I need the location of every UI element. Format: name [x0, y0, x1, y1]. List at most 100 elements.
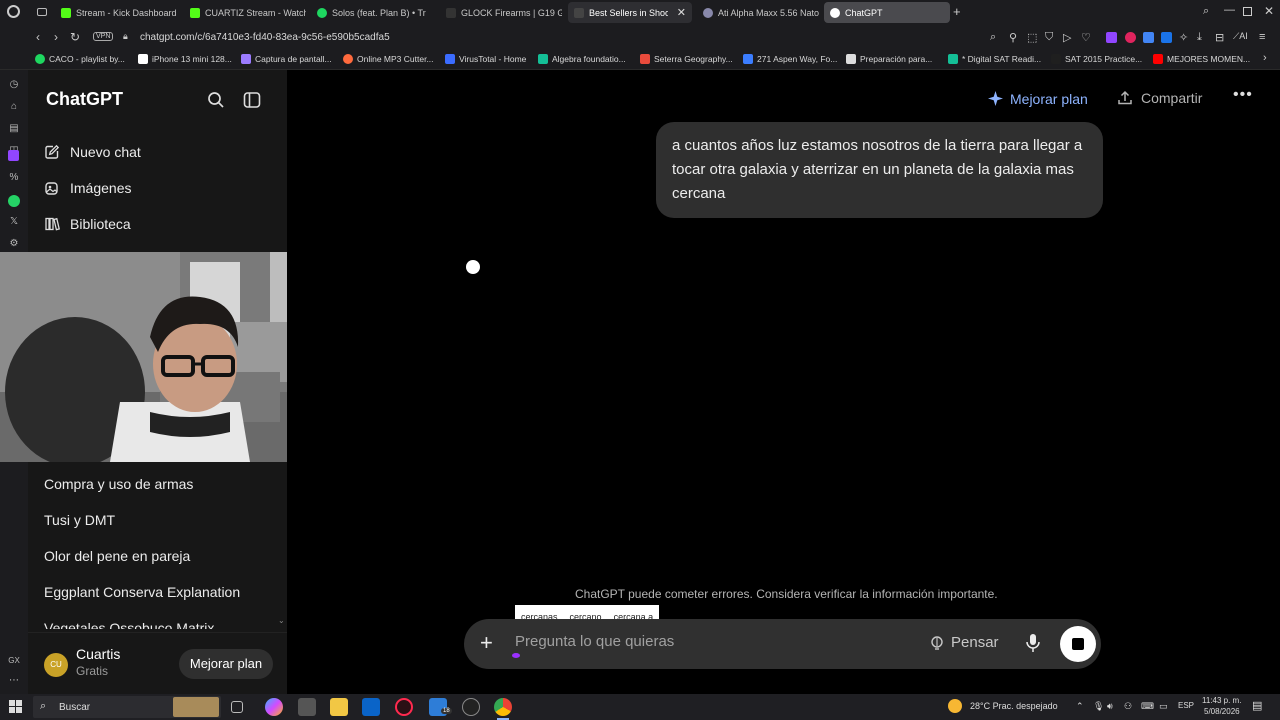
zoom-icon[interactable]: ⌕ [990, 31, 996, 44]
browser-tab[interactable]: Ati Alpha Maxx 5.56 Nato [697, 2, 819, 23]
clock-time[interactable]: 11:43 p. m. [1202, 696, 1241, 705]
site-info-icon[interactable]: 🔒︎ [123, 31, 128, 42]
search-icon[interactable] [207, 91, 225, 109]
battery-tray-icon[interactable]: ▭ [1159, 701, 1168, 712]
tab-manager-icon[interactable] [37, 8, 47, 16]
easy-setup-icon[interactable]: ♡ [1081, 31, 1091, 44]
easy-menu-icon[interactable]: ≡ [1259, 31, 1265, 43]
tray-app-icon[interactable]: ⚇ [1124, 701, 1132, 712]
new-chat-button[interactable]: Nuevo chat [44, 139, 141, 165]
chat-history-item[interactable]: Eggplant Conserva Explanation [44, 584, 240, 600]
back-icon[interactable]: ‹ [36, 30, 40, 44]
twitch-icon[interactable] [8, 150, 19, 161]
bookmark[interactable]: Algebra foundatio... [538, 54, 626, 64]
bookmark[interactable]: SAT 2015 Practice... [1051, 54, 1142, 64]
mic-tray-icon[interactable]: 🎙︎ [1093, 701, 1104, 712]
camera-app-icon[interactable] [298, 698, 316, 716]
chat-history-item[interactable]: Vegetales Ossobuco Matrix [44, 620, 214, 629]
user-profile[interactable]: CU Cuartis Gratis Mejorar plan [28, 632, 287, 694]
bookmark[interactable]: 271 Aspen Way, Fo... [743, 54, 837, 64]
bookmark[interactable]: Preparación para... [846, 54, 932, 64]
browser-tab[interactable]: GLOCK Firearms | G19 Gen [440, 2, 562, 23]
volume-tray-icon[interactable]: 🔊︎ [1107, 701, 1113, 712]
whatsapp-icon[interactable] [8, 195, 20, 207]
reload-icon[interactable]: ↻ [70, 30, 80, 44]
opera-gx-icon[interactable] [395, 698, 413, 716]
more-options-icon[interactable]: ••• [1233, 86, 1253, 104]
outlook-icon[interactable] [362, 698, 380, 716]
translate-ext-icon[interactable] [1143, 32, 1154, 43]
chat-history-item[interactable]: Olor del pene en pareja [44, 548, 190, 564]
x-twitter-icon[interactable]: 𝕏 [7, 216, 21, 230]
upgrade-header-button[interactable]: Mejorar plan [987, 90, 1088, 107]
file-explorer-icon[interactable] [330, 698, 348, 716]
search-tabs-icon[interactable]: ⌕ [1203, 5, 1209, 18]
ext-red-icon[interactable] [1125, 32, 1136, 43]
windows-start-icon[interactable] [9, 700, 22, 713]
network-tray-icon[interactable]: ⌨ [1141, 701, 1154, 712]
shield-icon[interactable]: ⛉ [1045, 31, 1053, 44]
share-button[interactable]: Compartir [1117, 90, 1202, 106]
snapshot-icon[interactable]: ⬚ [1027, 31, 1037, 44]
attach-plus-icon[interactable]: + [480, 630, 493, 656]
chat-history-item[interactable]: Compra y uso de armas [44, 476, 193, 492]
percent-icon[interactable]: % [7, 172, 21, 186]
settings-icon[interactable]: ⚙ [7, 238, 21, 252]
scroll-down-icon[interactable]: ⌄ [278, 616, 285, 625]
weather-icon[interactable] [948, 699, 962, 713]
browser-tab[interactable]: Solos (feat. Plan B) • Tr [311, 2, 433, 23]
history-icon[interactable]: ◷ [7, 79, 21, 93]
restore-icon[interactable] [1243, 7, 1252, 16]
browser-tab[interactable]: Best Sellers in Shooting ✕ [568, 2, 692, 23]
gx-logo-icon[interactable]: GX [7, 656, 21, 670]
aria-ai-icon[interactable]: ⟋AI [1233, 31, 1248, 42]
bookmark[interactable]: * Digital SAT Readi... [948, 54, 1041, 64]
upgrade-plan-button[interactable]: Mejorar plan [179, 649, 273, 679]
vpn-badge[interactable]: VPN [93, 32, 114, 41]
brand-title[interactable]: ChatGPT [46, 89, 123, 110]
task-view-icon[interactable] [231, 701, 243, 713]
gx-control-icon[interactable]: ⌂ [7, 101, 21, 115]
wallet-icon[interactable]: ⊟ [1215, 31, 1224, 44]
new-tab-icon[interactable]: + [953, 4, 961, 19]
browser-tab-active[interactable]: ChatGPT [824, 2, 950, 23]
prompt-input[interactable]: Pregunta lo que quieras [515, 633, 674, 650]
url-field[interactable]: chatgpt.com/c/6a7410e3-fd40-83ea-9c56-e5… [140, 32, 390, 43]
gx-corner-icon[interactable]: ▤ [7, 123, 21, 137]
language-indicator[interactable]: ESP [1178, 701, 1194, 710]
copilot-icon[interactable] [265, 698, 283, 716]
bookmark[interactable]: MEJORES MOMEN... [1153, 54, 1250, 64]
taskbar-search[interactable]: ⌕ Buscar [33, 696, 221, 718]
bookmarks-more-icon[interactable]: › [1263, 52, 1267, 64]
bookmark[interactable]: Seterra Geography... [640, 54, 733, 64]
library-button[interactable]: Biblioteca [44, 211, 131, 237]
clock-date[interactable]: 5/08/2026 [1204, 707, 1240, 716]
download-icon[interactable]: ⤓ [1197, 31, 1202, 44]
sidebar-toggle-icon[interactable] [243, 91, 261, 109]
chat-history-item[interactable]: Tusi y DMT [44, 512, 115, 528]
ext-blue-icon[interactable] [1161, 32, 1172, 43]
bookmark[interactable]: Captura de pantall... [241, 54, 332, 64]
more-icon[interactable]: ⋯ [7, 675, 21, 689]
stop-generation-button[interactable] [1060, 626, 1096, 662]
opera-logo-icon[interactable] [7, 5, 20, 18]
tab-close-icon[interactable]: ✕ [677, 6, 686, 19]
browser-tab[interactable]: Stream - Kick Dashboard [55, 2, 177, 23]
bookmark[interactable]: iPhone 13 mini 128... [138, 54, 232, 64]
close-window-icon[interactable]: ✕ [1264, 4, 1274, 18]
obs-icon[interactable] [462, 698, 480, 716]
images-button[interactable]: Imágenes [44, 175, 131, 201]
forward-icon[interactable]: › [54, 30, 58, 44]
bookmark[interactable]: Online MP3 Cutter... [343, 54, 434, 64]
chrome-icon[interactable] [494, 698, 512, 716]
bookmark[interactable]: CACO - playlist by... [35, 54, 125, 64]
think-button[interactable]: Pensar [929, 634, 999, 651]
twitch-ext-icon[interactable] [1106, 32, 1117, 43]
notifications-icon[interactable]: ▤ [1252, 699, 1262, 712]
tray-overflow-icon[interactable]: ⌃ [1076, 701, 1084, 712]
weather-text[interactable]: 28°C Prac. despejado [970, 701, 1058, 711]
pin-icon[interactable]: ⚲ [1009, 31, 1017, 44]
player-icon[interactable]: ▷ [1063, 31, 1071, 44]
microphone-icon[interactable] [1025, 633, 1041, 653]
browser-tab[interactable]: CUARTIZ Stream - Watch L [184, 2, 306, 23]
